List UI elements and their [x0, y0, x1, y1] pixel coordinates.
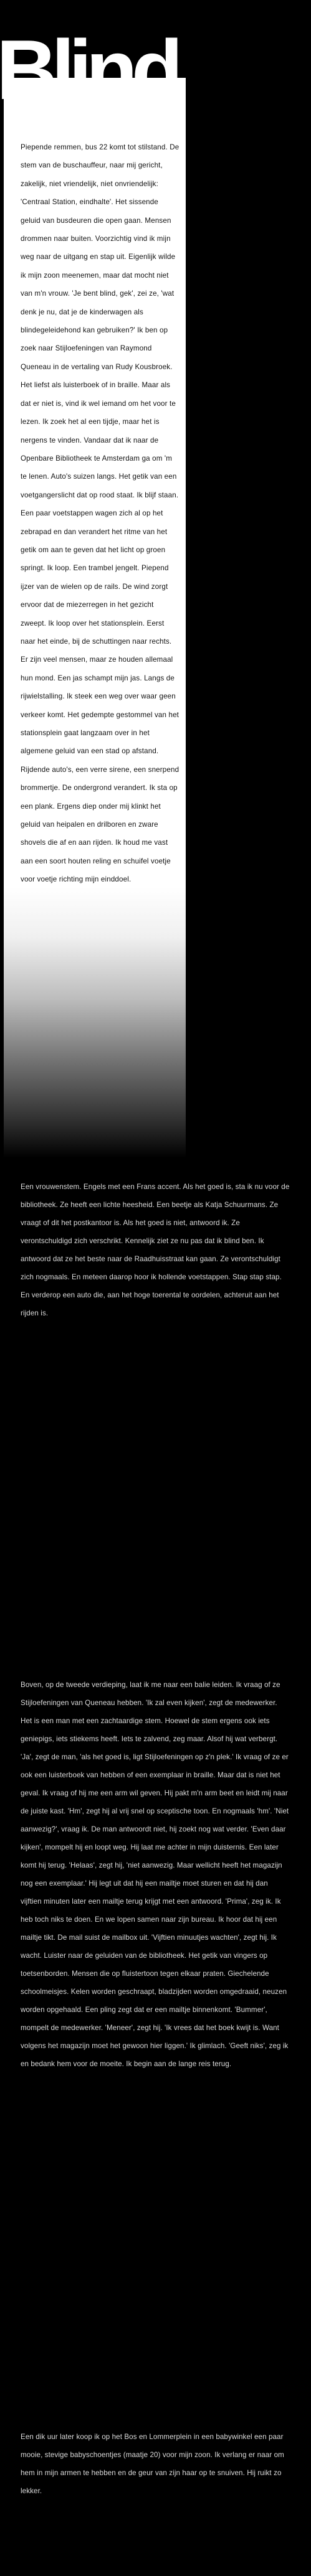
story-paragraph-2: Een vrouwenstem. Engels met een Frans ac…: [21, 1183, 290, 1317]
intro-paragraph: Piepende remmen, bus 22 komt tot stilsta…: [21, 143, 179, 884]
story-paragraph-4: Een dik uur later koop ik op het Bos en …: [21, 2433, 284, 2495]
story-paragraph-3: Boven, op de tweede verdieping, laat ik …: [21, 1681, 289, 2068]
